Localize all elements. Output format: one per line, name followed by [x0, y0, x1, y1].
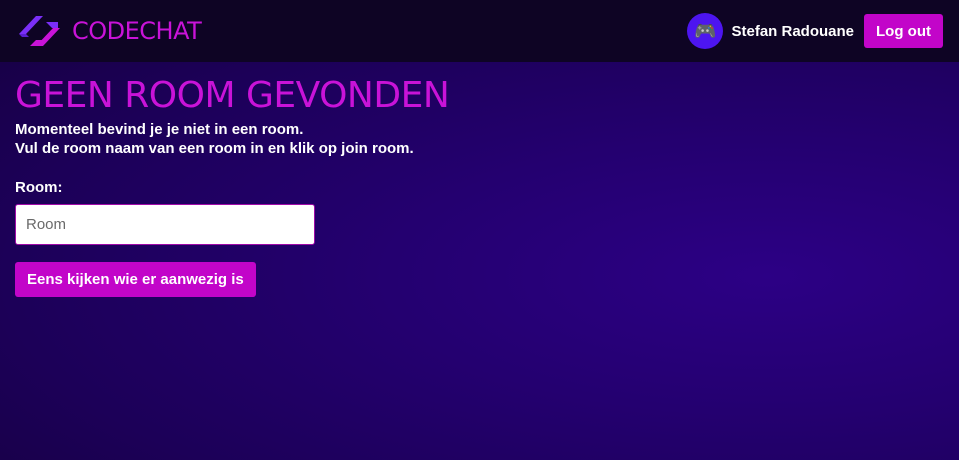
- brand-name: CODECHAT: [72, 17, 202, 45]
- intro-text: Momenteel bevind je je niet in een room.…: [15, 120, 449, 158]
- main-content: GEEN ROOM GEVONDEN Momenteel bevind je j…: [15, 75, 450, 297]
- gamepad-icon: 🎮: [694, 21, 717, 41]
- user-name: Stefan Radouane: [731, 22, 855, 40]
- intro-line-2: Vul de room naam van een room in en klik…: [15, 140, 414, 157]
- codechat-logo-icon: [19, 16, 60, 46]
- brand[interactable]: CODECHAT: [16, 12, 202, 50]
- room-label: Room:: [15, 179, 63, 196]
- check-presence-button[interactable]: Eens kijken wie er aanwezig is: [15, 262, 256, 297]
- user-area: 🎮 Stefan Radouane Log out: [687, 13, 943, 49]
- avatar: 🎮: [687, 13, 724, 49]
- room-input[interactable]: [15, 204, 315, 245]
- top-navbar: CODECHAT 🎮 Stefan Radouane Log out: [0, 0, 959, 62]
- page-title: GEEN ROOM GEVONDEN: [15, 75, 450, 116]
- logout-button[interactable]: Log out: [864, 14, 943, 48]
- intro-line-1: Momenteel bevind je je niet in een room.: [15, 121, 304, 138]
